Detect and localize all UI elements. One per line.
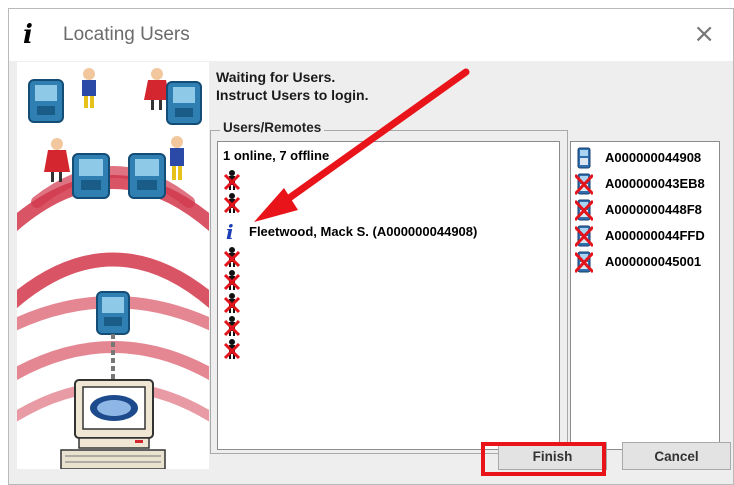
users-remotes-label: Users/Remotes — [220, 120, 325, 135]
remote-device-icon — [577, 147, 591, 169]
offline-user-icon — [223, 193, 241, 214]
offline-user-icon — [223, 170, 241, 191]
remote-id: A000000045001 — [605, 254, 702, 269]
handheld-device-icon — [28, 79, 64, 123]
close-button[interactable]: × — [693, 19, 715, 49]
cancel-button[interactable]: Cancel — [622, 442, 731, 470]
user-name: Fleetwood, Mack S. (A000000044908) — [249, 224, 478, 239]
window-title: Locating Users — [63, 24, 190, 45]
offline-remote-icon — [575, 199, 593, 221]
remote-id: A000000043EB8 — [605, 176, 705, 191]
svg-text:i: i — [226, 220, 234, 242]
offline-user-icon — [223, 247, 241, 268]
offline-remote-icon — [575, 251, 593, 273]
offline-user-icon — [223, 293, 241, 314]
online-user-icon: i — [226, 220, 234, 242]
remote-id: A000000044FFD — [605, 228, 705, 243]
offline-remote-icon — [575, 225, 593, 247]
offline-user-icon — [223, 339, 241, 360]
locating-users-dialog: i Locating Users × Waiting for Users. In… — [8, 8, 734, 485]
instructions-text: Waiting for Users. Instruct Users to log… — [216, 68, 368, 104]
locating-illustration — [17, 62, 209, 469]
instruction-line-2: Instruct Users to login. — [216, 87, 369, 103]
illustration-graphic — [17, 68, 209, 469]
offline-user-icon — [223, 270, 241, 291]
offline-user-icon — [223, 316, 241, 337]
remote-id: A000000044908 — [605, 150, 702, 165]
users-list[interactable]: 1 online, 7 offline i Fleetwood, Mack S. … — [217, 141, 560, 450]
info-i-icon: i — [23, 20, 33, 50]
remotes-list[interactable]: A000000044908 A000000043EB8 A0000000448F8 A… — [570, 141, 720, 450]
computer-icon — [60, 379, 166, 469]
offline-remote-icon — [575, 173, 593, 195]
instruction-line-1: Waiting for Users. — [216, 69, 336, 85]
finish-button[interactable]: Finish — [498, 442, 607, 470]
title-bar: i Locating Users × — [9, 9, 733, 61]
users-status: 1 online, 7 offline — [223, 148, 330, 163]
remote-id: A0000000448F8 — [605, 202, 702, 217]
